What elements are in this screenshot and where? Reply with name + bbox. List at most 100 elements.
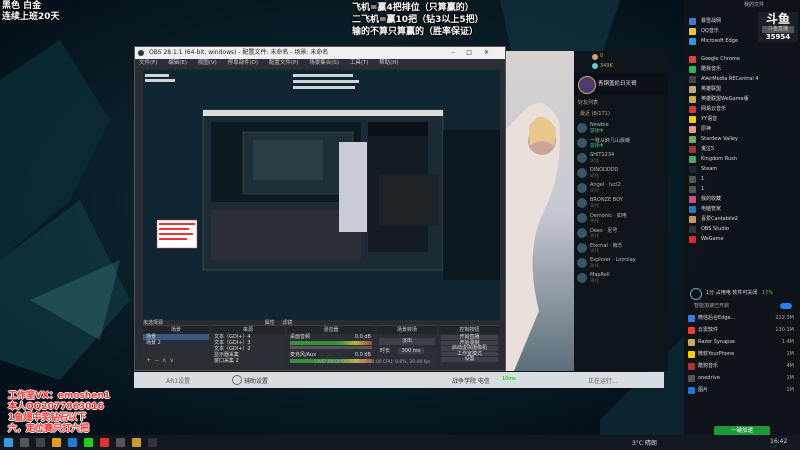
menu-scene-collection[interactable]: 场景集合(S) — [309, 60, 339, 66]
panel-header: 我的文件 — [744, 2, 765, 8]
desktop-app-item[interactable]: Kingdom Rush — [684, 154, 800, 164]
desktop-app-item[interactable]: 1 — [684, 184, 800, 194]
obs-title: OBS 28.1.1 (64-bit, windows) - 配置文件: 未命名… — [149, 49, 329, 56]
friend-item[interactable]: Newbie 游戏中 — [574, 121, 668, 136]
desktop-app-item[interactable]: Google Chrome — [684, 54, 800, 64]
ar-settings-label: AR1设置 — [166, 378, 191, 385]
app-label: OBS Studio — [701, 226, 729, 232]
friend-item[interactable]: Angel · lvcI2 离线 — [574, 181, 668, 196]
app-label: AVerMedia RECentral 4 — [701, 76, 759, 82]
windows-start-icon[interactable] — [4, 438, 13, 447]
app-icon — [689, 56, 696, 63]
window-controls[interactable]: –□✕ — [451, 47, 501, 59]
friend-item[interactable]: DINODDDD 离线 — [574, 166, 668, 181]
edge-icon[interactable] — [68, 438, 77, 447]
overlay-top-left: 黑色 白金 连续上班20天 — [2, 1, 60, 23]
scene-add-remove-icons[interactable]: +−∧∨ — [146, 357, 177, 364]
menu-file[interactable]: 文件(F) — [139, 60, 157, 66]
desktop-app-item[interactable]: 鬼泣5 — [684, 144, 800, 154]
friend-item[interactable]: Demonic · 如电 离线 — [574, 211, 668, 226]
desktop-app-item[interactable]: Steam — [684, 164, 800, 174]
wechat-icon[interactable] — [84, 438, 93, 447]
obs-preview[interactable] — [143, 70, 500, 320]
accel-toggle[interactable] — [780, 303, 792, 309]
taskview-icon[interactable] — [36, 438, 45, 447]
app-label: YY语音 — [701, 116, 718, 122]
desktop-app-item[interactable]: 英雄联盟WeGame版 — [684, 94, 800, 104]
friend-item[interactable]: Dees · 尼号 离线 — [574, 226, 668, 241]
file-explorer-icon[interactable] — [52, 438, 61, 447]
app-list: 暴雪战网 QQ音乐 Microsoft Edge Google Chrome 酷我音乐 A… — [684, 16, 800, 244]
desktop-app-item[interactable]: 喜爱Cantabile2 — [684, 214, 800, 224]
process-item[interactable]: 酷狗音乐 4M — [684, 360, 800, 372]
process-item[interactable]: 微信后台Edge… 212.3M — [684, 312, 800, 324]
desktop-app-item[interactable]: WeGame — [684, 234, 800, 244]
profile-bar[interactable]: 青铜盖伦日天哥 — [574, 73, 668, 95]
clock[interactable]: 16:42 — [770, 438, 787, 445]
desktop-app-item[interactable]: 英雄联盟 — [684, 84, 800, 94]
menu-help[interactable]: 帮助(H) — [379, 60, 398, 66]
source-item[interactable]: 窗口采集 2 — [211, 358, 285, 364]
desktop-app-item[interactable]: AVerMedia RECentral 4 — [684, 74, 800, 84]
friend-item[interactable]: Eternal · 雨乐 离线 — [574, 241, 668, 256]
friend-status: 离线 — [590, 234, 599, 239]
process-item[interactable]: 微软YourPhone 1M — [684, 348, 800, 360]
overlay-line-1: 飞机=赢4把排位（只算赢的） — [352, 3, 474, 13]
app-icon[interactable] — [100, 438, 109, 447]
scenes-dock: 场景 场景 场景 2 +−∧∨ — [143, 325, 209, 366]
gear-icon[interactable] — [232, 375, 242, 385]
desktop-app-item[interactable]: 1 — [684, 174, 800, 184]
settings-button[interactable]: 设置 — [441, 357, 498, 362]
profile-avatar[interactable] — [578, 76, 596, 94]
friend-item[interactable]: Explorer · Lotrolay 离线 — [574, 256, 668, 271]
friend-status: 离线 — [590, 204, 599, 209]
volume-slider[interactable] — [290, 346, 372, 349]
friend-status: 离线 — [590, 159, 599, 164]
friend-item[interactable]: SHIT1234 离线 — [574, 151, 668, 166]
menu-edit[interactable]: 编辑(E) — [168, 60, 187, 66]
start-streaming-button[interactable]: 开始直播 — [441, 335, 498, 340]
desktop-app-item[interactable]: 网易云音乐 — [684, 104, 800, 114]
friend-item[interactable]: MapRoll 离线 — [574, 271, 668, 286]
friend-group-header[interactable]: 最近 (8/171) — [574, 110, 674, 118]
desktop-app-item[interactable]: 电脑管家 — [684, 204, 800, 214]
friend-status: 游戏中 — [590, 129, 604, 134]
app-label: 电脑管家 — [701, 206, 722, 212]
app-label: Google Chrome — [701, 56, 740, 62]
app-icon[interactable] — [116, 438, 125, 447]
search-icon[interactable] — [20, 438, 29, 447]
process-icon — [688, 387, 695, 394]
process-item[interactable]: 云雷软件 130.1M — [684, 324, 800, 336]
menu-tools[interactable]: 工具(T) — [350, 60, 369, 66]
process-item[interactable]: 图片 1M — [684, 384, 800, 396]
champion-splash — [504, 51, 574, 371]
app-label: Stardew Valley — [701, 136, 739, 142]
process-item[interactable]: onedrive 1M — [684, 372, 800, 384]
app-icon — [689, 216, 696, 223]
virtual-camera-button[interactable]: 启动虚拟摄像机 — [441, 346, 498, 351]
desktop-app-item[interactable]: 我的收藏 — [684, 194, 800, 204]
friend-avatar — [577, 198, 587, 208]
process-list: 微信后台Edge… 212.3M 云雷软件 130.1M Razer Synapse 1.… — [684, 312, 800, 396]
friend-item[interactable]: 一枝从醉几山晨曦 游戏中 — [574, 136, 668, 151]
obs-icon[interactable] — [148, 438, 157, 447]
desktop-app-item[interactable]: Stardew Valley — [684, 134, 800, 144]
preview-recursive-capture — [143, 70, 500, 320]
league-icon[interactable] — [132, 438, 141, 447]
weather-widget[interactable]: 3°C 晴朗 — [632, 438, 657, 447]
menu-view[interactable]: 视图(V) — [198, 60, 217, 66]
menu-docks[interactable]: 停靠部件(D) — [228, 60, 259, 66]
transition-select[interactable]: 淡出 — [379, 338, 435, 345]
desktop-app-item[interactable]: 原神 — [684, 124, 800, 134]
desktop-app-item[interactable]: 酷我音乐 — [684, 64, 800, 74]
scene-item[interactable]: 场景 2 — [143, 340, 209, 346]
friend-item[interactable]: BRONZE BOY 离线 — [574, 196, 668, 211]
process-item[interactable]: Razer Synapse 1.4M — [684, 336, 800, 348]
app-label: WeGame — [701, 236, 724, 242]
duration-input[interactable]: 300 ms — [397, 348, 425, 354]
transitions-header: 场景转场 — [377, 326, 437, 334]
menu-profile[interactable]: 配置文件(P) — [269, 60, 299, 66]
desktop-app-item[interactable]: YY语音 — [684, 114, 800, 124]
desktop-app-item[interactable]: OBS Studio — [684, 224, 800, 234]
assist-settings-button[interactable]: 辅助设置 — [244, 376, 268, 385]
